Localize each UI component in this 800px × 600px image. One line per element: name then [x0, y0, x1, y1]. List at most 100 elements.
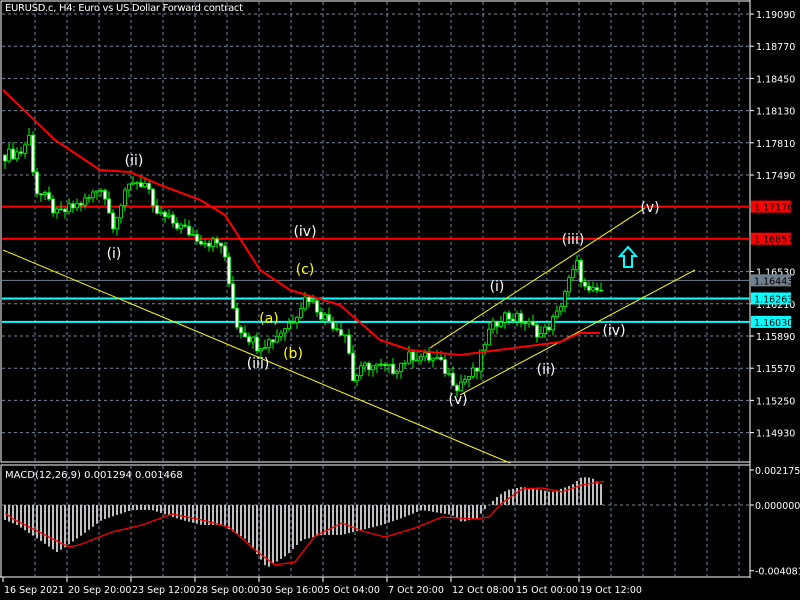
wave-label: (c)	[296, 262, 315, 278]
candle-bear	[47, 192, 51, 200]
candle-bull	[419, 356, 423, 361]
candle-bull	[323, 314, 327, 320]
candle-bear	[247, 336, 251, 343]
candle-bear	[307, 296, 311, 303]
up-arrow-icon	[617, 245, 639, 269]
wave-label: (v)	[640, 200, 659, 216]
candle-bear	[107, 198, 111, 214]
candle-bull	[491, 320, 495, 330]
price-level-tag-label: 1.17176	[754, 203, 793, 214]
candle-bull	[355, 375, 359, 382]
candle-bear	[31, 134, 35, 173]
price-tick-label: 1.15890	[756, 332, 795, 343]
candle-bear	[71, 203, 75, 209]
price-level-tag-label: 1.16263	[754, 294, 793, 305]
candle-bear	[227, 256, 231, 285]
candle-bear	[175, 222, 179, 229]
price-tick-label: 1.19090	[756, 10, 795, 21]
candle-bull	[131, 182, 135, 185]
candle-bull	[563, 291, 567, 308]
candle-bear	[331, 321, 335, 330]
price-tick-label: 1.17810	[756, 139, 795, 150]
candle-bull	[343, 334, 347, 337]
time-tick-label: 28 Sep 00:00	[196, 585, 259, 596]
candle-bull	[55, 208, 59, 214]
candle-bull	[115, 217, 119, 230]
candle-bear	[243, 332, 247, 338]
candle-bear	[155, 205, 159, 214]
price-tick-label: 1.15570	[756, 364, 795, 375]
candle-bull	[303, 296, 307, 310]
macd-panel-border	[0, 464, 751, 578]
time-tick-label: 7 Oct 20:00	[388, 585, 444, 596]
wave-label: (ii)	[537, 362, 556, 378]
price-level-tag-label: 1.16857	[754, 235, 793, 246]
candle-bull	[287, 322, 291, 329]
candle-bear	[195, 234, 199, 242]
candle-bear	[411, 351, 415, 361]
candle-bear	[187, 225, 191, 236]
candle-bear	[11, 148, 15, 160]
candle-bear	[495, 320, 499, 327]
candle-bull	[423, 352, 427, 358]
candle-bull	[571, 269, 575, 279]
candle-bull	[555, 310, 559, 317]
candle-bear	[215, 238, 219, 244]
candle-bear	[391, 363, 395, 374]
candle-bear	[511, 318, 515, 322]
candle-bull	[463, 379, 467, 383]
candle-bull	[559, 306, 563, 312]
candle-bull	[267, 339, 271, 348]
macd-tick-label: 0.002175	[755, 466, 800, 477]
time-tick-label: 15 Oct 00:00	[516, 585, 578, 596]
candle-bull	[67, 203, 71, 213]
wave-label: (iii)	[247, 356, 270, 372]
candle-bull	[431, 357, 435, 361]
candle-bull	[123, 189, 127, 207]
candle-bull	[191, 234, 195, 236]
wave-label: (ii)	[125, 153, 144, 169]
candle-bull	[159, 211, 163, 214]
candle-bear	[171, 214, 175, 224]
candle-bear	[319, 311, 323, 320]
trading-chart[interactable]: 1.19090 1.18770 1.18450 1.18130 1.17810 1.174…	[0, 0, 800, 600]
candle-bear	[59, 208, 63, 211]
candle-bull	[75, 202, 79, 209]
candle-bull	[99, 189, 103, 192]
candle-bull	[551, 316, 555, 331]
wave-label: (iv)	[293, 224, 316, 240]
candle-bull	[407, 351, 411, 364]
candle-bear	[455, 385, 459, 392]
candle-bull	[399, 362, 403, 373]
candle-bear	[39, 193, 43, 196]
candle-bear	[235, 307, 239, 328]
candle-bear	[427, 352, 431, 361]
candle-bull	[279, 332, 283, 337]
time-tick-label: 30 Sep 16:00	[260, 585, 323, 596]
candle-bull	[311, 300, 315, 303]
candle-bear	[531, 321, 535, 326]
candle-bear	[443, 359, 447, 374]
wave-label: (i)	[107, 246, 122, 262]
candle-bull	[203, 242, 207, 245]
candle-bear	[207, 242, 211, 247]
candle-bull	[459, 381, 463, 392]
candle-bear	[351, 352, 355, 382]
candle-bear	[199, 240, 203, 245]
candle-bull	[527, 321, 531, 324]
time-tick-label: 20 Sep 20:00	[68, 585, 131, 596]
candle-bull	[387, 363, 391, 366]
candle-bear	[3, 154, 7, 162]
time-tick-label: 5 Oct 04:00	[324, 585, 380, 596]
candle-bull	[483, 344, 487, 351]
candle-bull	[503, 312, 507, 323]
candle-bear	[111, 212, 115, 230]
candle-bear	[231, 283, 235, 309]
candle-bear	[315, 300, 319, 313]
candle-bear	[51, 198, 55, 214]
candle-bear	[547, 326, 551, 331]
candle-bear	[79, 202, 83, 206]
wave-label: (a)	[259, 311, 279, 327]
candle-bull	[299, 308, 303, 318]
candle-bull	[591, 287, 595, 291]
